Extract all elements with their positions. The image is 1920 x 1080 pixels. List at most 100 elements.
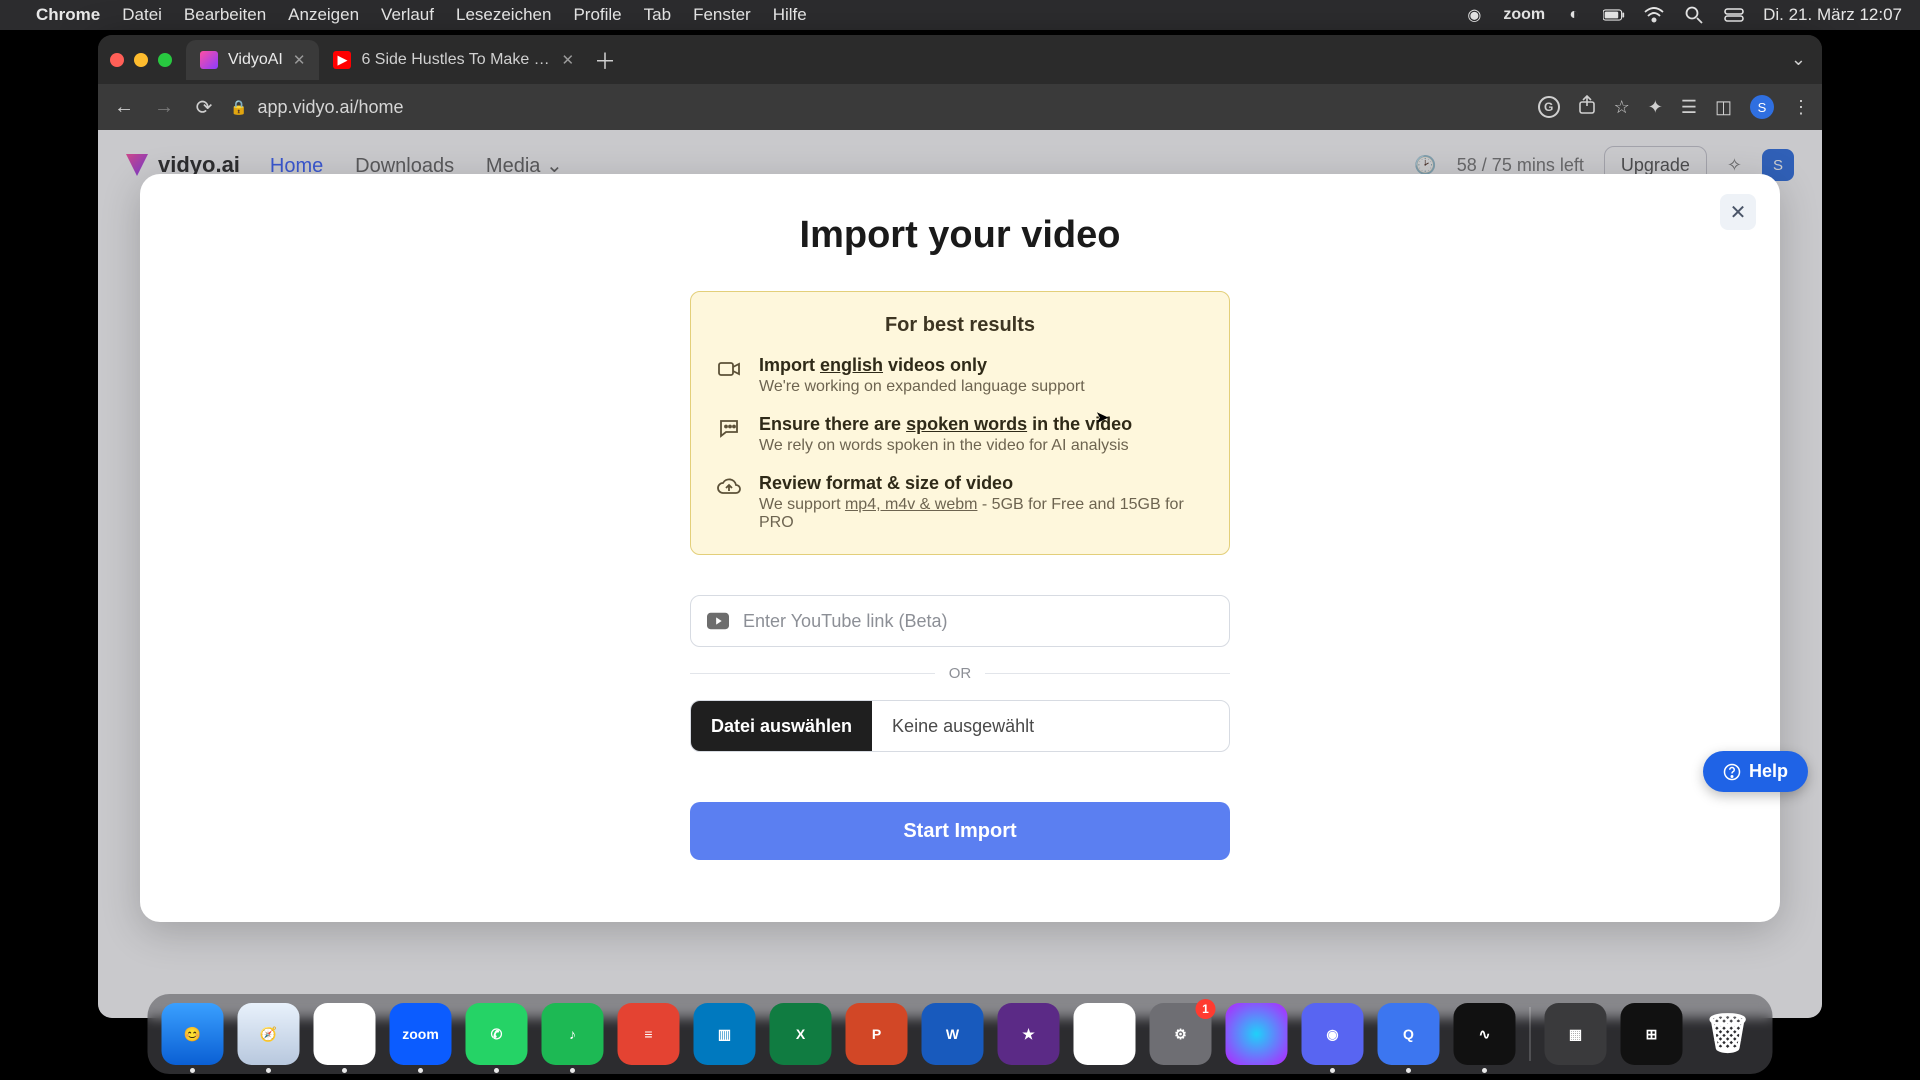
file-picker-row: Datei auswählen Keine ausgewählt	[690, 700, 1230, 752]
import-video-modal: ✕ Import your video For best results Imp…	[140, 174, 1780, 922]
tab-close-icon[interactable]: ✕	[293, 51, 306, 69]
dock-app-spotify[interactable]: ♪	[542, 1003, 604, 1065]
tab-close-icon[interactable]: ✕	[561, 51, 574, 69]
tips-title: For best results	[717, 314, 1203, 337]
menu-verlauf[interactable]: Verlauf	[381, 5, 434, 25]
control-center-icon[interactable]	[1723, 4, 1745, 26]
tab-youtube[interactable]: ▶ 6 Side Hustles To Make $1000 ✕	[319, 40, 588, 80]
share-icon[interactable]	[1578, 95, 1596, 120]
menu-fenster[interactable]: Fenster	[693, 5, 751, 25]
help-icon	[1723, 763, 1741, 781]
dock-app-zoom[interactable]: zoom	[390, 1003, 452, 1065]
dock-app-voice-memos[interactable]: ∿	[1454, 1003, 1516, 1065]
dock-app-chrome[interactable]: ●	[314, 1003, 376, 1065]
page-content: vidyo.ai Home Downloads Media ⌄ 🕑 58 / 7…	[98, 130, 1822, 1018]
vidyoai-favicon-icon	[200, 51, 218, 69]
dock-app-settings[interactable]: ⚙1	[1150, 1003, 1212, 1065]
dock-app-siri[interactable]	[1226, 1003, 1288, 1065]
extensions-icon[interactable]: ✦	[1648, 97, 1663, 118]
url-text: app.vidyo.ai/home	[257, 97, 403, 118]
wifi-icon[interactable]	[1643, 4, 1665, 26]
tip-line1: Import english videos only	[759, 355, 1085, 376]
chosen-file-label: Keine ausgewählt	[872, 701, 1054, 751]
modal-close-button[interactable]: ✕	[1720, 194, 1756, 230]
menu-profile[interactable]: Profile	[573, 5, 621, 25]
menu-tab[interactable]: Tab	[644, 5, 671, 25]
fullscreen-window-button[interactable]	[158, 53, 172, 67]
dock-app-drive[interactable]: ▲	[1074, 1003, 1136, 1065]
zoom-menubar-label[interactable]: zoom	[1503, 6, 1545, 24]
minimize-window-button[interactable]	[134, 53, 148, 67]
forward-button[interactable]: →	[150, 96, 178, 119]
dock-app-whatsapp[interactable]: ✆	[466, 1003, 528, 1065]
tab-vidyoai[interactable]: VidyoAI ✕	[186, 40, 319, 80]
tip-row-english: Import english videos only We're working…	[717, 355, 1203, 396]
google-account-icon[interactable]: G	[1538, 96, 1560, 118]
new-tab-button[interactable]: ＋	[594, 44, 616, 76]
macos-dock: 😊🧭●zoom✆♪≡▥XPW★▲⚙1 ◉Q∿ ▦⊞🗑	[148, 994, 1773, 1074]
profile-avatar[interactable]: S	[1750, 95, 1774, 119]
menu-datei[interactable]: Datei	[122, 5, 162, 25]
or-divider: OR	[690, 665, 1230, 682]
menubar-menu-items: Datei Bearbeiten Anzeigen Verlauf Leseze…	[122, 5, 806, 25]
choose-file-button[interactable]: Datei auswählen	[691, 701, 872, 751]
window-controls	[110, 53, 172, 67]
menu-hilfe[interactable]: Hilfe	[773, 5, 807, 25]
youtube-url-input[interactable]	[743, 611, 1213, 632]
dock-extra-mission-control[interactable]: ⊞	[1621, 1003, 1683, 1065]
dock-app-word[interactable]: W	[922, 1003, 984, 1065]
browser-toolbar: ← → ⟳ 🔒 app.vidyo.ai/home G ☆ ✦ ☰ ◫ S ⋮	[98, 84, 1822, 130]
menubar-app-name[interactable]: Chrome	[36, 5, 100, 25]
tab-title: VidyoAI	[228, 51, 283, 69]
tip-line2: We rely on words spoken in the video for…	[759, 437, 1132, 455]
dock-app-powerpoint[interactable]: P	[846, 1003, 908, 1065]
chat-icon	[717, 416, 741, 440]
dock-app-imovie[interactable]: ★	[998, 1003, 1060, 1065]
menu-bearbeiten[interactable]: Bearbeiten	[184, 5, 266, 25]
tip-line2: We're working on expanded language suppo…	[759, 378, 1085, 396]
dock-extra-calculator[interactable]: ▦	[1545, 1003, 1607, 1065]
screen-record-icon[interactable]: ◉	[1463, 4, 1485, 26]
spotlight-icon[interactable]	[1683, 4, 1705, 26]
bookmark-star-icon[interactable]: ☆	[1614, 97, 1630, 118]
back-button[interactable]: ←	[110, 96, 138, 119]
address-bar[interactable]: 🔒 app.vidyo.ai/home	[230, 97, 404, 118]
menu-lesezeichen[interactable]: Lesezeichen	[456, 5, 551, 25]
tip-line2: We support mp4, m4v & webm - 5GB for Fre…	[759, 496, 1203, 532]
modal-title: Import your video	[200, 214, 1720, 257]
start-import-button[interactable]: Start Import	[690, 802, 1230, 860]
tab-overflow-icon[interactable]: ⌄	[1791, 49, 1806, 70]
menu-anzeigen[interactable]: Anzeigen	[288, 5, 359, 25]
tip-row-format: Review format & size of video We support…	[717, 473, 1203, 532]
display-icon[interactable]: ◐	[1563, 4, 1585, 26]
dock-separator	[1530, 1007, 1531, 1061]
dock-app-discord[interactable]: ◉	[1302, 1003, 1364, 1065]
close-window-button[interactable]	[110, 53, 124, 67]
desktop-stage: VidyoAI ✕ ▶ 6 Side Hustles To Make $1000…	[0, 30, 1920, 1080]
reload-button[interactable]: ⟳	[190, 95, 218, 120]
kebab-menu-icon[interactable]: ⋮	[1792, 97, 1810, 118]
dock-extra-trash[interactable]: 🗑	[1697, 1003, 1759, 1065]
youtube-icon	[707, 612, 729, 630]
help-button[interactable]: Help	[1703, 751, 1808, 792]
youtube-url-row	[690, 595, 1230, 647]
tip-line1: Ensure there are spoken words in the vid…	[759, 414, 1132, 435]
menubar-clock[interactable]: Di. 21. März 12:07	[1763, 5, 1902, 25]
tips-panel: For best results Import english videos o…	[690, 291, 1230, 555]
cloud-upload-icon	[717, 475, 741, 499]
dock-app-trello[interactable]: ▥	[694, 1003, 756, 1065]
youtube-favicon-icon: ▶	[333, 51, 351, 69]
sidepanel-icon[interactable]: ◫	[1715, 97, 1732, 118]
dock-app-quicktime[interactable]: Q	[1378, 1003, 1440, 1065]
tip-line1: Review format & size of video	[759, 473, 1203, 494]
dock-app-safari[interactable]: 🧭	[238, 1003, 300, 1065]
lock-icon: 🔒	[230, 99, 247, 116]
tip-row-spoken: Ensure there are spoken words in the vid…	[717, 414, 1203, 455]
dock-app-excel[interactable]: X	[770, 1003, 832, 1065]
camera-icon	[717, 357, 741, 381]
dock-app-finder[interactable]: 😊	[162, 1003, 224, 1065]
dock-app-todoist[interactable]: ≡	[618, 1003, 680, 1065]
battery-icon[interactable]	[1603, 4, 1625, 26]
chrome-window: VidyoAI ✕ ▶ 6 Side Hustles To Make $1000…	[98, 35, 1822, 1018]
reading-list-icon[interactable]: ☰	[1681, 97, 1697, 118]
